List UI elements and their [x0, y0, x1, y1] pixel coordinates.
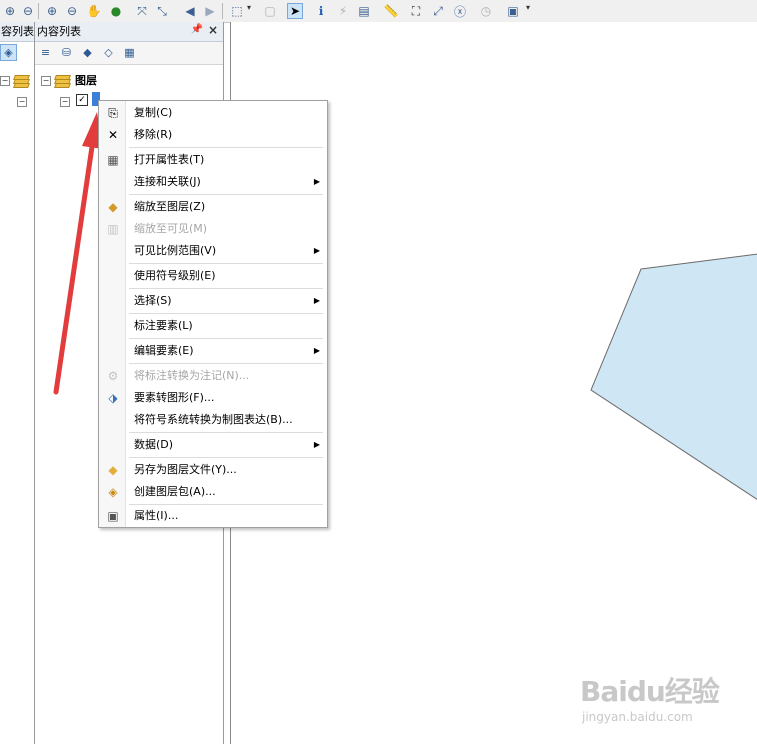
menu-separator [129, 147, 323, 148]
menu-item-label: 复制(C) [134, 106, 173, 119]
menu-item-label: 属性(I)... [134, 509, 179, 522]
remove-icon: ✕ [107, 128, 119, 142]
save-layer-icon: ◆ [108, 463, 118, 477]
submenu-arrow-icon: ▶ [313, 440, 320, 449]
menu-separator [129, 288, 323, 289]
menu-item-label: 标注要素(L) [134, 319, 193, 332]
submenu-arrow-icon: ▶ [313, 346, 320, 355]
menu-item-label: 创建图层包(A)... [134, 485, 216, 498]
submenu-arrow-icon: ▶ [313, 246, 320, 255]
menu-separator [129, 338, 323, 339]
menu-item-convert-labels[interactable]: ⚙ 将标注转换为注记(N)... [99, 365, 327, 387]
watermark-brand: Baidu经验 [580, 675, 720, 708]
menu-item-label: 将符号系统转换为制图表达(B)... [134, 413, 293, 426]
menu-separator [129, 313, 323, 314]
menu-item-joins-relates[interactable]: 连接和关联(J) ▶ [99, 171, 327, 193]
menu-separator [129, 432, 323, 433]
menu-item-edit-features[interactable]: 编辑要素(E) ▶ [99, 340, 327, 362]
layer-package-icon: ◈ [108, 485, 118, 499]
menu-item-open-attribute-table[interactable]: ▦ 打开属性表(T) [99, 149, 327, 171]
menu-item-label: 缩放至图层(Z) [134, 200, 206, 213]
menu-item-label: 选择(S) [134, 294, 172, 307]
baidu-watermark: Baidu经验 jingyan.baidu.com [580, 670, 730, 730]
menu-item-features-to-graphics[interactable]: ⬗ 要素转图形(F)... [99, 387, 327, 409]
zoom-to-layer-icon: ◆ [108, 200, 118, 214]
menu-item-selection[interactable]: 选择(S) ▶ [99, 290, 327, 312]
table-icon: ▦ [107, 153, 119, 167]
menu-item-data[interactable]: 数据(D) ▶ [99, 434, 327, 456]
zoom-to-visible-icon: ▥ [107, 222, 119, 236]
menu-separator [129, 263, 323, 264]
menu-item-label: 连接和关联(J) [134, 175, 201, 188]
properties-icon: ▣ [107, 509, 119, 523]
menu-item-label: 编辑要素(E) [134, 344, 194, 357]
copy-icon: ⎘ [108, 105, 118, 120]
menu-item-remove[interactable]: ✕ 移除(R) [99, 124, 327, 146]
arrow-shaft [53, 137, 96, 395]
menu-item-zoom-to-visible[interactable]: ▥ 缩放至可见(M) [99, 218, 327, 240]
menu-item-create-layer-package[interactable]: ◈ 创建图层包(A)... [99, 481, 327, 503]
features-to-graphics-icon: ⬗ [108, 391, 118, 405]
watermark-url: jingyan.baidu.com [582, 710, 693, 724]
menu-item-save-as-layer-file[interactable]: ◆ 另存为图层文件(Y)... [99, 459, 327, 481]
menu-item-zoom-to-layer[interactable]: ◆ 缩放至图层(Z) [99, 196, 327, 218]
menu-item-label: 将标注转换为注记(N)... [134, 369, 250, 382]
menu-item-use-symbol-levels[interactable]: 使用符号级别(E) [99, 265, 327, 287]
menu-item-label: 移除(R) [134, 128, 173, 141]
menu-item-label: 另存为图层文件(Y)... [134, 463, 237, 476]
layer-context-menu: ⎘ 复制(C) ✕ 移除(R) ▦ 打开属性表(T) 连接和关联(J) ▶ ◆ … [98, 100, 328, 528]
menu-item-label-features[interactable]: 标注要素(L) [99, 315, 327, 337]
menu-separator [129, 194, 323, 195]
menu-item-label: 使用符号级别(E) [134, 269, 216, 282]
menu-item-label: 可见比例范围(V) [134, 244, 217, 257]
menu-item-label: 要素转图形(F)... [134, 391, 215, 404]
menu-item-label: 数据(D) [134, 438, 174, 451]
menu-item-convert-symbology[interactable]: 将符号系统转换为制图表达(B)... [99, 409, 327, 431]
menu-item-copy[interactable]: ⎘ 复制(C) [99, 102, 327, 124]
menu-item-label: 打开属性表(T) [134, 153, 205, 166]
menu-separator [129, 363, 323, 364]
menu-separator [129, 457, 323, 458]
submenu-arrow-icon: ▶ [313, 177, 320, 186]
submenu-arrow-icon: ▶ [313, 296, 320, 305]
menu-item-visible-scale-range[interactable]: 可见比例范围(V) ▶ [99, 240, 327, 262]
menu-item-label: 缩放至可见(M) [134, 222, 208, 235]
menu-item-properties[interactable]: ▣ 属性(I)... [99, 505, 327, 527]
convert-labels-icon: ⚙ [107, 369, 119, 383]
